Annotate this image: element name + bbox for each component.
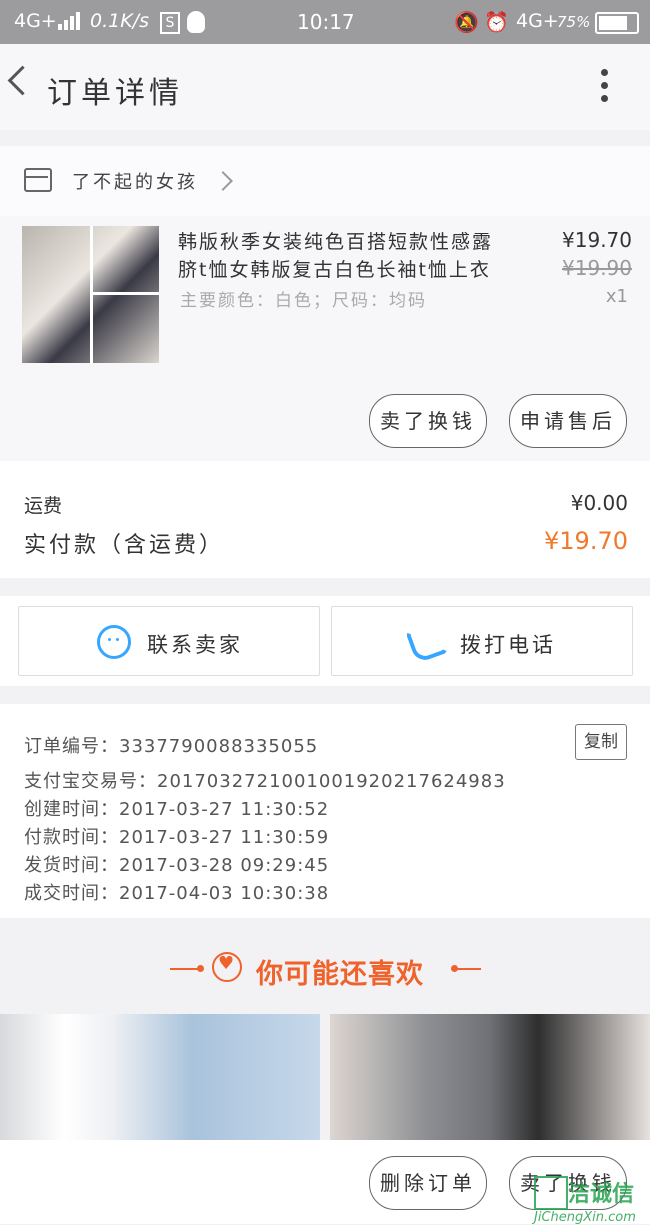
mute-icon: 🔕 xyxy=(454,10,479,34)
network-indicator-2: 4G+ xyxy=(516,10,559,32)
page-title: 订单详情 xyxy=(47,76,183,111)
created-time: 创建时间：2017-03-27 11:30:52 xyxy=(24,799,330,820)
signal-bar xyxy=(64,20,68,30)
watermark-logo: 洁诚信 JiChengXin.com xyxy=(530,1174,650,1225)
heart-icon xyxy=(212,952,242,982)
completed-time: 成交时间：2017-04-03 10:30:38 xyxy=(24,883,330,904)
network-speed: 0.1K/s xyxy=(90,10,149,32)
shipping-value: ¥0.00 xyxy=(570,491,628,515)
divider-dot xyxy=(197,965,204,972)
alipay-trade-number: 支付宝交易号：2017032721001001920217624983 xyxy=(24,771,506,792)
status-bar: 4G+ 0.1K/s S 10:17 🔕 ⏰ 4G+ 75% xyxy=(0,0,650,44)
sell-exchange-button[interactable]: 卖了换钱 xyxy=(369,394,487,448)
clock: 10:17 xyxy=(297,10,355,34)
order-info-section: 订单编号：3337790088335055 支付宝交易号：20170327210… xyxy=(0,704,650,918)
watermark-brand: 洁诚信 xyxy=(568,1182,635,1207)
paid-label: 实付款（含运费） xyxy=(24,533,225,558)
shipping-label: 运费 xyxy=(24,495,63,517)
signal-icon xyxy=(58,24,62,30)
call-button[interactable]: 拨打电话 xyxy=(331,606,633,676)
watermark-url: JiChengXin.com xyxy=(534,1210,636,1225)
back-arrow-icon[interactable] xyxy=(7,65,38,96)
network-indicator: 4G+ xyxy=(14,10,57,32)
call-label: 拨打电话 xyxy=(460,633,556,657)
s-app-icon: S xyxy=(160,12,180,34)
paid-value: ¥19.70 xyxy=(544,527,628,555)
after-sale-button[interactable]: 申请售后 xyxy=(509,394,627,448)
delete-order-button[interactable]: 删除订单 xyxy=(369,1156,487,1210)
recommended-product-image[interactable] xyxy=(0,1014,320,1140)
contact-section: 联系卖家 拨打电话 xyxy=(0,596,650,686)
signal-bar xyxy=(76,12,80,30)
product-spec: 主要颜色：白色；尺码：均码 xyxy=(180,291,427,311)
product-thumbnail[interactable] xyxy=(22,226,159,363)
product-quantity: x1 xyxy=(605,286,628,307)
phone-icon xyxy=(405,620,449,664)
store-icon xyxy=(24,168,52,192)
copy-button[interactable]: 复制 xyxy=(575,724,627,760)
qq-icon xyxy=(187,11,205,33)
fees-section: 运费 ¥0.00 实付款（含运费） ¥19.70 xyxy=(0,461,650,578)
watermark-icon xyxy=(534,1176,568,1210)
order-number: 订单编号：3337790088335055 xyxy=(24,736,319,757)
recommended-product-image[interactable] xyxy=(330,1014,650,1140)
recommend-title: 你可能还喜欢 xyxy=(256,959,424,990)
recommend-header: 你可能还喜欢 xyxy=(0,920,650,1012)
chat-icon xyxy=(97,625,131,659)
chevron-right-icon xyxy=(213,171,233,191)
shop-name: 了不起的女孩 xyxy=(72,172,198,193)
divider xyxy=(455,968,481,970)
product-title: 韩版秋季女装纯色百搭短款性感露脐t恤女韩版复古白色长袖t恤上衣 xyxy=(178,231,494,281)
product-original-price: ¥19.90 xyxy=(562,256,632,280)
contact-seller-label: 联系卖家 xyxy=(147,633,243,657)
divider xyxy=(170,968,200,970)
more-options-icon[interactable] xyxy=(601,69,609,105)
paid-time: 付款时间：2017-03-27 11:30:59 xyxy=(24,827,330,848)
signal-bar xyxy=(70,16,74,30)
battery-percent: 75% xyxy=(557,13,591,31)
shipped-time: 发货时间：2017-03-28 09:29:45 xyxy=(24,855,330,876)
product-price: ¥19.70 xyxy=(562,228,632,252)
battery-icon xyxy=(595,12,639,34)
product-item[interactable]: 韩版秋季女装纯色百搭短款性感露脐t恤女韩版复古白色长袖t恤上衣 主要颜色：白色；… xyxy=(0,216,650,461)
shop-row[interactable]: 了不起的女孩 xyxy=(0,146,650,216)
nav-bar: 订单详情 xyxy=(0,44,650,130)
alarm-icon: ⏰ xyxy=(484,10,509,34)
contact-seller-button[interactable]: 联系卖家 xyxy=(18,606,320,676)
